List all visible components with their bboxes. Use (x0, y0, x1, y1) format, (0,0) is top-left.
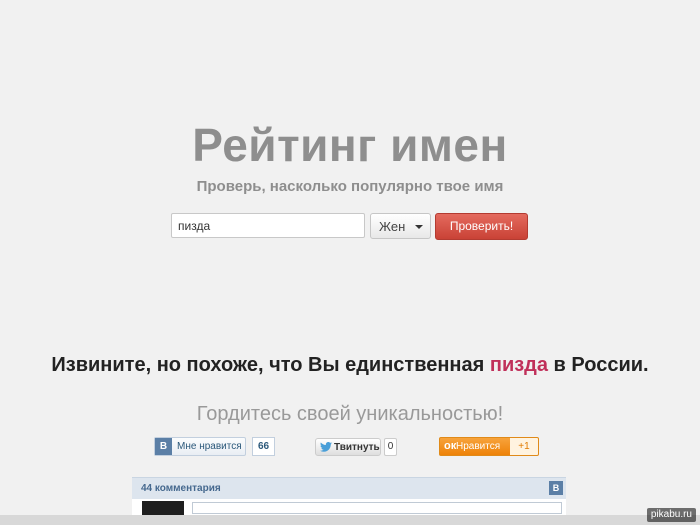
odnoklassniki-icon: ок (444, 440, 457, 452)
watermark: pikabu.ru (646, 508, 696, 522)
check-button[interactable]: Проверить! (435, 213, 528, 240)
comment-input-row (132, 499, 566, 515)
comments-count-link[interactable]: 44 комментария (141, 483, 221, 494)
tweet-button[interactable]: Твитнуть (315, 438, 381, 456)
vk-like-count: 66 (252, 437, 275, 456)
name-input[interactable] (171, 213, 365, 238)
vk-icon: B (155, 438, 172, 455)
vk-like-button[interactable]: B Мне нравится (154, 437, 246, 456)
gender-select[interactable]: Жен (370, 213, 431, 239)
bottom-strip (0, 515, 700, 525)
result-name-highlight: пизда (489, 354, 548, 376)
tweet-label: Твитнуть (334, 442, 380, 453)
twitter-bird-icon (320, 442, 332, 452)
comments-header: 44 комментария B (132, 477, 566, 500)
pride-text: Гордитесь своей уникальностью! (196, 403, 504, 425)
gender-select-value: Жен (379, 219, 406, 234)
ok-plus-one[interactable]: +1 (510, 437, 539, 456)
page-subtitle: Проверь, насколько популярно твое имя (196, 178, 504, 195)
result-message-after: в России. (548, 354, 649, 376)
ok-like-button[interactable]: ок Нравится (439, 437, 511, 456)
comment-input[interactable] (192, 502, 562, 514)
chevron-down-icon (415, 225, 423, 229)
result-message: Извините, но похоже, что Вы единственная… (0, 354, 700, 377)
ok-like-label: Нравится (456, 441, 501, 452)
tweet-count: 0 (384, 438, 397, 456)
vk-like-label: Мне нравится (177, 441, 242, 452)
result-message-before: Извините, но похоже, что Вы единственная (51, 354, 490, 376)
vk-icon: B (549, 481, 563, 495)
page-title: Рейтинг имен (192, 119, 508, 171)
avatar (142, 501, 184, 515)
